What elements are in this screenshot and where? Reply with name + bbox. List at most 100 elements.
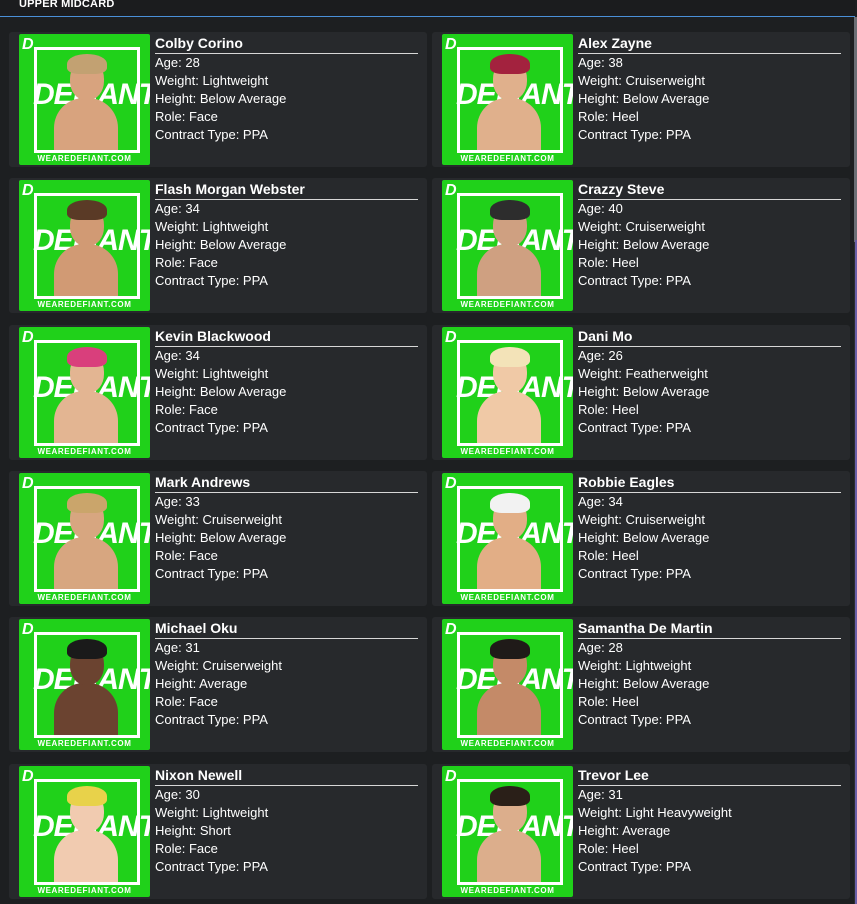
wrestler-card[interactable]: DDEFIANTWEAREDEFIANT.COMColby CorinoAge:… <box>9 32 427 167</box>
wrestler-name[interactable]: Trevor Lee <box>578 766 841 786</box>
wrestler-name[interactable]: Flash Morgan Webster <box>155 180 418 200</box>
wrestler-name[interactable]: Michael Oku <box>155 619 418 639</box>
wrestler-age-value: 28 <box>608 640 623 655</box>
poster-frame <box>457 340 563 446</box>
wrestler-role: Role: Face <box>155 547 418 565</box>
poster-url: WEAREDEFIANT.COM <box>37 447 132 456</box>
wrestler-height-value: Below Average <box>199 530 287 545</box>
poster-url: WEAREDEFIANT.COM <box>460 886 555 895</box>
wrestler-card[interactable]: DDEFIANTWEAREDEFIANT.COMAlex ZayneAge: 3… <box>432 32 850 167</box>
wrestler-name[interactable]: Dani Mo <box>578 327 841 347</box>
wrestler-contract-value: PPA <box>242 566 268 581</box>
wrestler-height: Height: Below Average <box>155 383 418 401</box>
wrestler-info: Kevin Blackwood Age: 34 Weight: Lightweigh… <box>155 327 418 437</box>
wrestler-age: Age: 40 <box>578 200 841 218</box>
wrestler-contract: Contract Type: PPA <box>578 419 841 437</box>
wrestler-age-label: Age: <box>155 348 186 363</box>
wrestler-weight-label: Weight: <box>155 219 203 234</box>
wrestler-role-label: Role: <box>578 694 612 709</box>
wrestler-height-value: Below Average <box>622 384 710 399</box>
wrestler-height: Height: Below Average <box>578 675 841 693</box>
wrestler-name[interactable]: Colby Corino <box>155 34 418 54</box>
wrestler-poster: DDEFIANTWEAREDEFIANT.COM <box>19 180 150 311</box>
wrestler-name[interactable]: Crazzy Steve <box>578 180 841 200</box>
wrestler-card[interactable]: DDEFIANTWEAREDEFIANT.COMMark AndrewsAge:… <box>9 471 427 606</box>
poster-frame <box>34 632 140 738</box>
poster-url: WEAREDEFIANT.COM <box>37 300 132 309</box>
wrestler-card[interactable]: DDEFIANTWEAREDEFIANT.COMFlash Morgan Web… <box>9 178 427 313</box>
wrestler-height-label: Height: <box>155 237 200 252</box>
wrestler-weight-label: Weight: <box>578 366 626 381</box>
wrestler-weight-label: Weight: <box>578 73 626 88</box>
wrestler-weight-value: Cruiserweight <box>202 658 282 673</box>
wrestler-card[interactable]: DDEFIANTWEAREDEFIANT.COMMichael OkuAge: … <box>9 617 427 752</box>
wrestler-age: Age: 34 <box>155 347 418 365</box>
wrestler-role-label: Role: <box>155 694 189 709</box>
wrestler-contract-label: Contract Type: <box>578 566 666 581</box>
defiant-logo-icon: D <box>22 36 34 53</box>
defiant-logo-icon: D <box>445 329 457 346</box>
wrestler-contract: Contract Type: PPA <box>155 711 418 729</box>
wrestler-height-label: Height: <box>578 530 623 545</box>
wrestler-height-label: Height: <box>155 530 200 545</box>
wrestler-weight-label: Weight: <box>155 658 203 673</box>
wrestler-weight-label: Weight: <box>578 219 626 234</box>
wrestler-name[interactable]: Samantha De Martin <box>578 619 841 639</box>
wrestler-contract: Contract Type: PPA <box>578 858 841 876</box>
wrestler-role-value: Face <box>188 548 218 563</box>
wrestler-contract: Contract Type: PPA <box>155 858 418 876</box>
wrestler-card[interactable]: DDEFIANTWEAREDEFIANT.COMRobbie EaglesAge… <box>432 471 850 606</box>
wrestler-info: Michael Oku Age: 31 Weight: Cruiserweight H… <box>155 619 418 729</box>
defiant-logo-icon: D <box>445 36 457 53</box>
wrestler-card[interactable]: DDEFIANTWEAREDEFIANT.COMTrevor LeeAge: 3… <box>432 764 850 899</box>
wrestler-name[interactable]: Mark Andrews <box>155 473 418 493</box>
wrestler-role-label: Role: <box>155 402 189 417</box>
wrestler-contract-label: Contract Type: <box>155 566 243 581</box>
wrestler-name[interactable]: Alex Zayne <box>578 34 841 54</box>
wrestler-card[interactable]: DDEFIANTWEAREDEFIANT.COMKevin BlackwoodA… <box>9 325 427 460</box>
wrestler-info: Dani Mo Age: 26 Weight: Featherweight Heigh… <box>578 327 841 437</box>
wrestler-card[interactable]: DDEFIANTWEAREDEFIANT.COMNixon NewellAge:… <box>9 764 427 899</box>
wrestler-name[interactable]: Robbie Eagles <box>578 473 841 493</box>
wrestler-poster: DDEFIANTWEAREDEFIANT.COM <box>442 766 573 897</box>
poster-frame <box>457 486 563 592</box>
poster-url: WEAREDEFIANT.COM <box>37 593 132 602</box>
wrestler-height-value: Average <box>199 676 248 691</box>
wrestler-poster: DDEFIANTWEAREDEFIANT.COM <box>19 619 150 750</box>
wrestler-age-label: Age: <box>155 494 186 509</box>
wrestler-age-label: Age: <box>155 640 186 655</box>
wrestler-contract-label: Contract Type: <box>155 127 243 142</box>
wrestler-poster: DDEFIANTWEAREDEFIANT.COM <box>19 766 150 897</box>
wrestler-weight: Weight: Lightweight <box>578 657 841 675</box>
wrestler-info: Nixon Newell Age: 30 Weight: Lightweight He… <box>155 766 418 876</box>
wrestler-role: Role: Face <box>155 254 418 272</box>
wrestler-card[interactable]: DDEFIANTWEAREDEFIANT.COMDani MoAge: 26We… <box>432 325 850 460</box>
wrestler-contract-value: PPA <box>665 420 691 435</box>
poster-url: WEAREDEFIANT.COM <box>460 739 555 748</box>
wrestler-age-label: Age: <box>578 201 609 216</box>
wrestler-poster: DDEFIANTWEAREDEFIANT.COM <box>442 34 573 165</box>
wrestler-name[interactable]: Kevin Blackwood <box>155 327 418 347</box>
wrestler-poster: DDEFIANTWEAREDEFIANT.COM <box>442 619 573 750</box>
wrestler-weight: Weight: Lightweight <box>155 804 418 822</box>
wrestler-age-label: Age: <box>578 494 609 509</box>
wrestler-card[interactable]: DDEFIANTWEAREDEFIANT.COMCrazzy SteveAge:… <box>432 178 850 313</box>
defiant-logo-icon: D <box>22 768 34 785</box>
wrestler-card[interactable]: DDEFIANTWEAREDEFIANT.COMSamantha De Mart… <box>432 617 850 752</box>
wrestler-poster: DDEFIANTWEAREDEFIANT.COM <box>19 34 150 165</box>
wrestler-weight-label: Weight: <box>155 805 203 820</box>
poster-frame <box>34 47 140 153</box>
wrestler-name[interactable]: Nixon Newell <box>155 766 418 786</box>
defiant-logo-icon: D <box>445 621 457 638</box>
wrestler-weight-label: Weight: <box>155 366 203 381</box>
wrestler-age: Age: 38 <box>578 54 841 72</box>
wrestler-weight-value: Lightweight <box>202 73 269 88</box>
wrestler-poster: DDEFIANTWEAREDEFIANT.COM <box>19 473 150 604</box>
wrestler-height-value: Short <box>199 823 231 838</box>
wrestler-age-label: Age: <box>578 787 609 802</box>
wrestler-info: Alex Zayne Age: 38 Weight: Cruiserweight He… <box>578 34 841 144</box>
wrestler-age: Age: 34 <box>578 493 841 511</box>
wrestler-role-value: Heel <box>611 402 639 417</box>
wrestler-height-value: Average <box>622 823 671 838</box>
wrestler-weight: Weight: Cruiserweight <box>578 72 841 90</box>
